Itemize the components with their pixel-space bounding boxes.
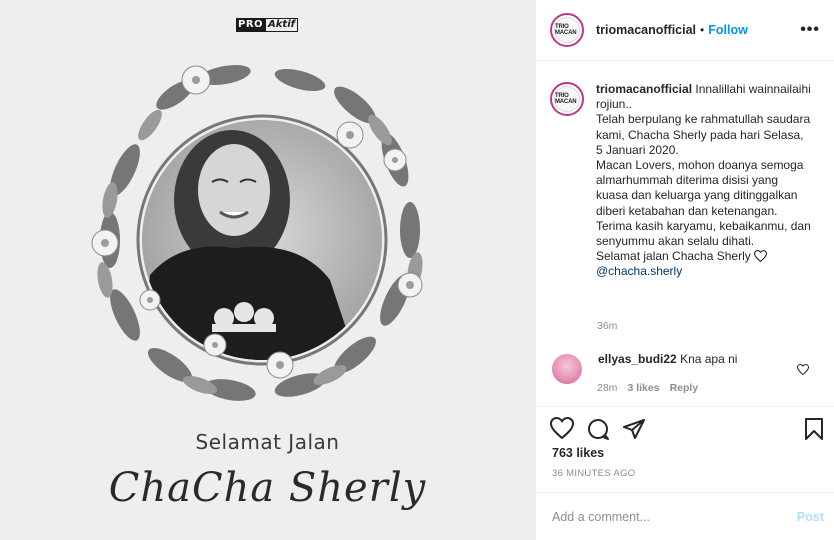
add-comment-input[interactable] bbox=[552, 509, 797, 524]
post-time-ago[interactable]: 36 MINUTES AGO bbox=[552, 468, 635, 479]
post-name-script: ChaCha Sherly bbox=[108, 465, 427, 511]
comment-item: ellyas_budi22 Kna apa ni bbox=[550, 352, 825, 384]
commenter-avatar[interactable] bbox=[552, 354, 582, 384]
mention-link[interactable]: @chacha.sherly bbox=[596, 264, 682, 278]
reply-button[interactable]: Reply bbox=[670, 382, 699, 394]
comments-section: TRIO MACAN triomacanofficial Innalillahi… bbox=[536, 62, 834, 412]
comment-text: Kna apa ni bbox=[680, 352, 738, 366]
comment-meta: 28m 3 likes Reply bbox=[597, 382, 698, 394]
commenter-username[interactable]: ellyas_budi22 bbox=[598, 352, 677, 366]
avatar-logo: TRIO MACAN bbox=[554, 86, 580, 112]
post-title-line: Selamat Jalan bbox=[195, 430, 340, 454]
caption-line-2: Telah berpulang ke rahmatullah saudara k… bbox=[596, 112, 811, 157]
share-icon[interactable] bbox=[622, 417, 646, 441]
account-avatar[interactable]: TRIO MACAN bbox=[550, 13, 584, 47]
follow-button[interactable]: Follow bbox=[708, 23, 748, 37]
comment-likes[interactable]: 3 likes bbox=[627, 382, 659, 394]
like-icon[interactable] bbox=[550, 417, 574, 439]
likes-count[interactable]: 763 likes bbox=[552, 446, 604, 460]
floral-wreath-portrait bbox=[91, 65, 423, 401]
caption-line-4: Selamat jalan Chacha Sherly bbox=[596, 249, 751, 264]
header-username[interactable]: triomacanofficial bbox=[596, 23, 696, 37]
post-header: TRIO MACAN triomacanofficial • Follow ••… bbox=[536, 0, 834, 61]
caption-comment: TRIO MACAN triomacanofficial Innalillahi… bbox=[550, 82, 825, 280]
caption-timestamp[interactable]: 36m bbox=[597, 320, 617, 332]
caption-text: triomacanofficial Innalillahi wainnailai… bbox=[596, 82, 811, 280]
post-image[interactable]: PRO Aktif Selamat Jalan ChaCha Sherly bbox=[0, 0, 535, 540]
caption-avatar[interactable]: TRIO MACAN bbox=[550, 82, 584, 116]
comment-time[interactable]: 28m bbox=[597, 382, 617, 394]
add-comment-bar: Post bbox=[536, 492, 834, 540]
separator-dot: • bbox=[700, 23, 705, 37]
caption-line-3: Macan Lovers, mohon doanya semoga almarh… bbox=[596, 158, 811, 249]
comment-body: ellyas_budi22 Kna apa ni bbox=[598, 352, 737, 384]
bookmark-icon[interactable] bbox=[804, 417, 824, 441]
comment-icon[interactable] bbox=[586, 417, 610, 441]
like-comment-icon[interactable] bbox=[797, 364, 809, 375]
avatar-logo: TRIO MACAN bbox=[554, 17, 580, 43]
post-comment-button[interactable]: Post bbox=[797, 510, 824, 524]
more-options-icon[interactable]: ••• bbox=[800, 21, 820, 39]
heart-emoji-icon bbox=[754, 250, 768, 263]
post-sidebar: TRIO MACAN triomacanofficial • Follow ••… bbox=[535, 0, 834, 540]
caption-username[interactable]: triomacanofficial bbox=[596, 82, 692, 96]
